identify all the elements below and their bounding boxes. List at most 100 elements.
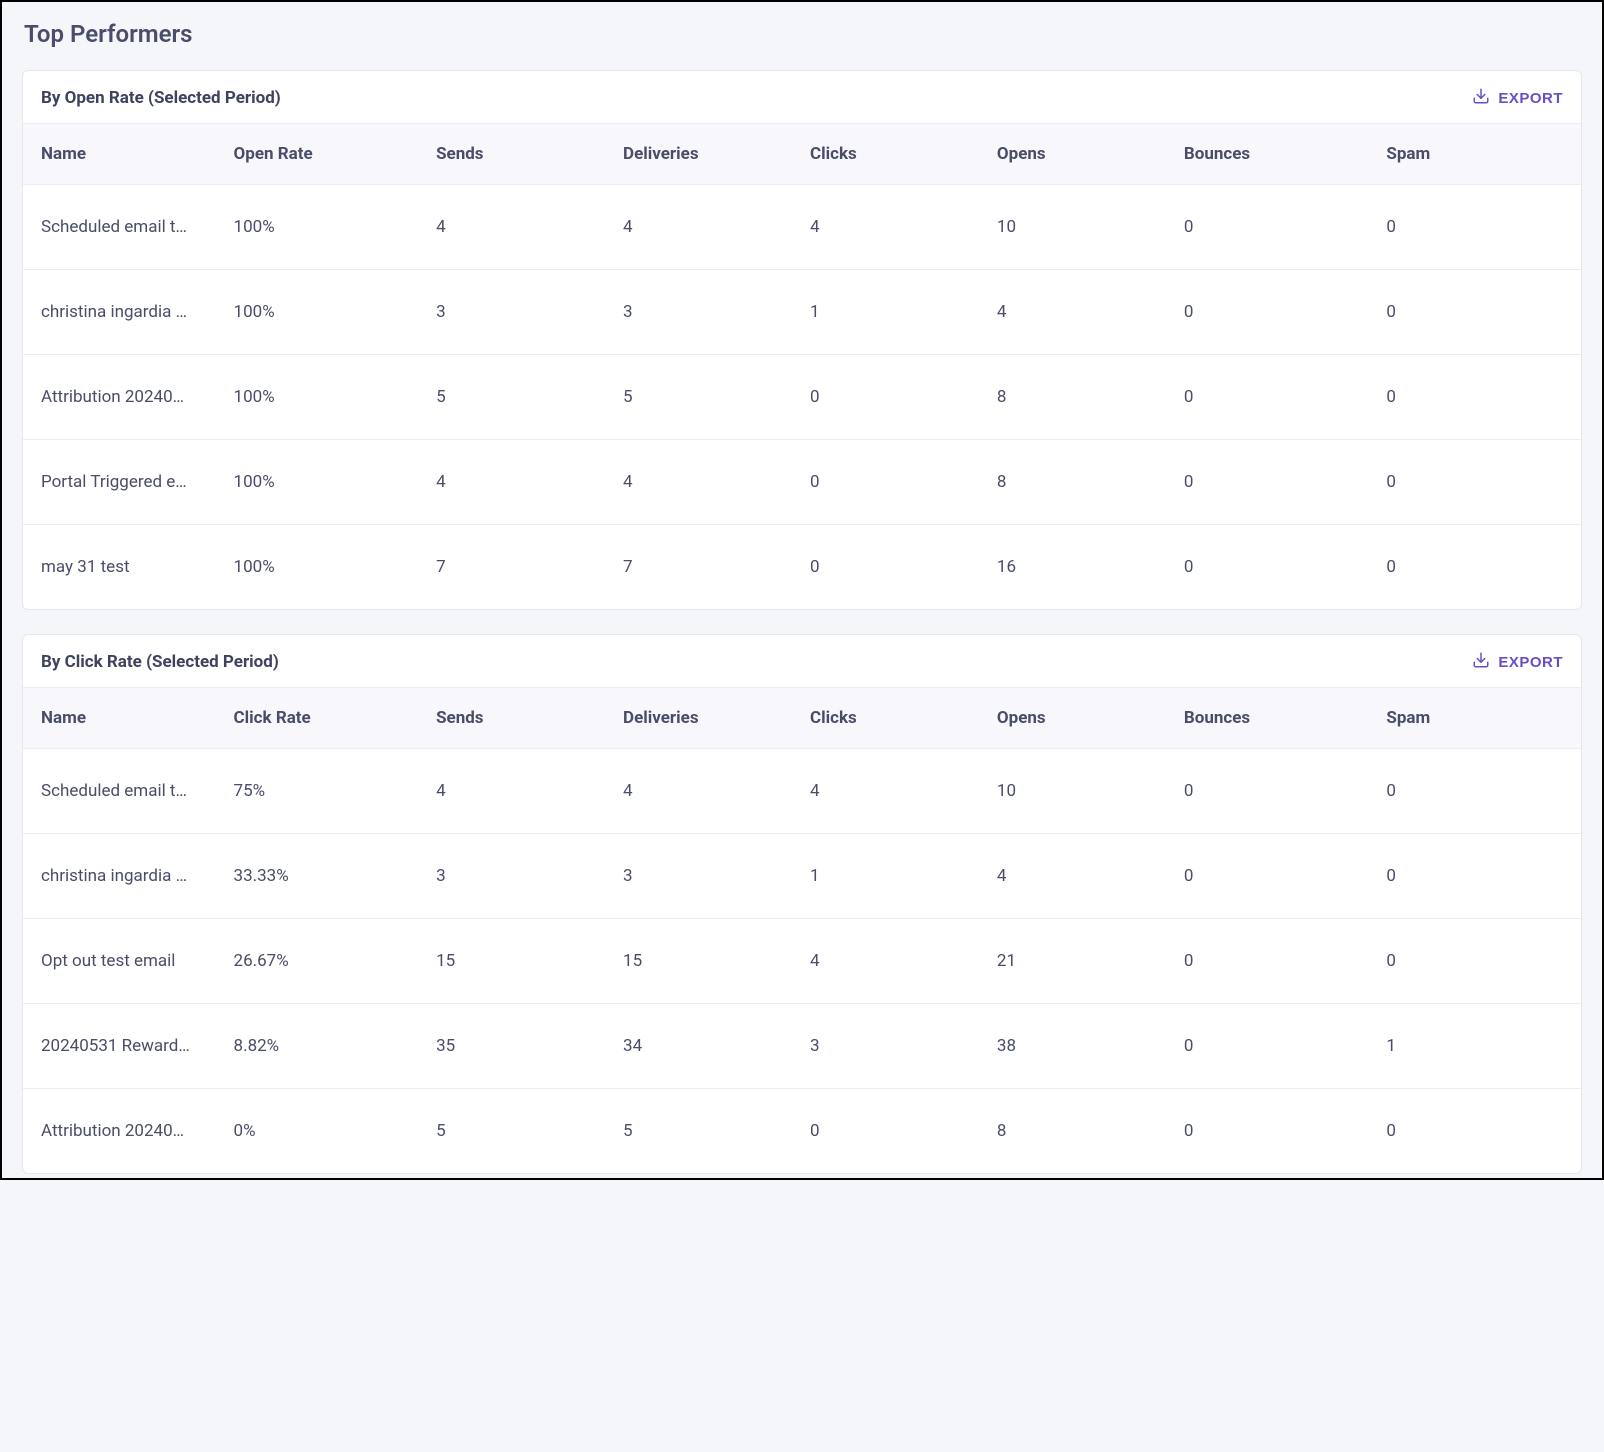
col-header-name[interactable]: Name	[23, 124, 226, 185]
cell-rate: 33.33%	[226, 834, 429, 919]
col-header-deliveries[interactable]: Deliveries	[615, 688, 802, 749]
cell-clicks: 3	[802, 1004, 989, 1089]
cell-name: christina ingardia …	[23, 834, 226, 919]
cell-name: Attribution 20240…	[23, 1089, 226, 1174]
cell-sends: 4	[428, 185, 615, 270]
cell-spam: 0	[1378, 355, 1581, 440]
cell-opens: 16	[989, 525, 1176, 610]
cell-spam: 0	[1378, 525, 1581, 610]
col-header-bounces[interactable]: Bounces	[1176, 124, 1379, 185]
cell-opens: 10	[989, 749, 1176, 834]
cell-bounces: 0	[1176, 270, 1379, 355]
table-row[interactable]: Portal Triggered e… 100% 4 4 0 8 0 0	[23, 440, 1581, 525]
cell-opens: 10	[989, 185, 1176, 270]
col-header-clicks[interactable]: Clicks	[802, 124, 989, 185]
cell-opens: 8	[989, 440, 1176, 525]
cell-bounces: 0	[1176, 185, 1379, 270]
export-button[interactable]: EXPORT	[1472, 651, 1563, 673]
col-header-sends[interactable]: Sends	[428, 124, 615, 185]
col-header-sends[interactable]: Sends	[428, 688, 615, 749]
cell-clicks: 0	[802, 525, 989, 610]
cell-sends: 7	[428, 525, 615, 610]
card-header: By Click Rate (Selected Period) EXPORT	[23, 635, 1581, 687]
cell-name: Attribution 20240…	[23, 355, 226, 440]
cell-opens: 21	[989, 919, 1176, 1004]
cell-bounces: 0	[1176, 440, 1379, 525]
col-header-bounces[interactable]: Bounces	[1176, 688, 1379, 749]
cell-sends: 3	[428, 834, 615, 919]
col-header-spam[interactable]: Spam	[1378, 688, 1581, 749]
col-header-opens[interactable]: Opens	[989, 124, 1176, 185]
cell-clicks: 4	[802, 919, 989, 1004]
cell-rate: 100%	[226, 525, 429, 610]
cell-opens: 8	[989, 355, 1176, 440]
cell-rate: 75%	[226, 749, 429, 834]
cell-clicks: 1	[802, 270, 989, 355]
col-header-rate[interactable]: Click Rate	[226, 688, 429, 749]
cell-clicks: 4	[802, 749, 989, 834]
cell-sends: 3	[428, 270, 615, 355]
cell-name: Opt out test email	[23, 919, 226, 1004]
cell-spam: 0	[1378, 1089, 1581, 1174]
cell-opens: 8	[989, 1089, 1176, 1174]
export-label: EXPORT	[1498, 90, 1563, 107]
table-row[interactable]: Scheduled email t… 75% 4 4 4 10 0 0	[23, 749, 1581, 834]
cell-spam: 0	[1378, 919, 1581, 1004]
cell-name: Scheduled email t…	[23, 749, 226, 834]
table-row[interactable]: Opt out test email 26.67% 15 15 4 21 0 0	[23, 919, 1581, 1004]
cell-spam: 0	[1378, 185, 1581, 270]
export-button[interactable]: EXPORT	[1472, 87, 1563, 109]
export-label: EXPORT	[1498, 654, 1563, 671]
col-header-opens[interactable]: Opens	[989, 688, 1176, 749]
table-row[interactable]: Attribution 20240… 0% 5 5 0 8 0 0	[23, 1089, 1581, 1174]
card-title: By Click Rate (Selected Period)	[41, 652, 279, 672]
cell-sends: 5	[428, 355, 615, 440]
cell-opens: 4	[989, 270, 1176, 355]
col-header-deliveries[interactable]: Deliveries	[615, 124, 802, 185]
cell-sends: 4	[428, 749, 615, 834]
table-row[interactable]: Attribution 20240… 100% 5 5 0 8 0 0	[23, 355, 1581, 440]
table-row[interactable]: christina ingardia … 100% 3 3 1 4 0 0	[23, 270, 1581, 355]
cell-deliveries: 7	[615, 525, 802, 610]
cell-deliveries: 15	[615, 919, 802, 1004]
cell-opens: 4	[989, 834, 1176, 919]
cell-sends: 15	[428, 919, 615, 1004]
col-header-spam[interactable]: Spam	[1378, 124, 1581, 185]
card-header: By Open Rate (Selected Period) EXPORT	[23, 71, 1581, 123]
cell-deliveries: 4	[615, 185, 802, 270]
table-row[interactable]: 20240531 Reward… 8.82% 35 34 3 38 0 1	[23, 1004, 1581, 1089]
cell-clicks: 0	[802, 1089, 989, 1174]
click-rate-card: By Click Rate (Selected Period) EXPORT N…	[22, 634, 1582, 1174]
cell-rate: 100%	[226, 355, 429, 440]
table-header-row: Name Open Rate Sends Deliveries Clicks O…	[23, 124, 1581, 185]
cell-deliveries: 4	[615, 749, 802, 834]
cell-spam: 0	[1378, 749, 1581, 834]
table-row[interactable]: Scheduled email t… 100% 4 4 4 10 0 0	[23, 185, 1581, 270]
cell-deliveries: 3	[615, 270, 802, 355]
cell-bounces: 0	[1176, 1089, 1379, 1174]
cell-clicks: 0	[802, 355, 989, 440]
cell-name: 20240531 Reward…	[23, 1004, 226, 1089]
cell-deliveries: 3	[615, 834, 802, 919]
cell-spam: 0	[1378, 440, 1581, 525]
cell-rate: 8.82%	[226, 1004, 429, 1089]
cell-bounces: 0	[1176, 355, 1379, 440]
col-header-name[interactable]: Name	[23, 688, 226, 749]
table-header-row: Name Click Rate Sends Deliveries Clicks …	[23, 688, 1581, 749]
open-rate-table: Name Open Rate Sends Deliveries Clicks O…	[23, 123, 1581, 609]
cell-clicks: 0	[802, 440, 989, 525]
cell-rate: 100%	[226, 270, 429, 355]
cell-bounces: 0	[1176, 834, 1379, 919]
cell-name: Scheduled email t…	[23, 185, 226, 270]
cell-rate: 100%	[226, 440, 429, 525]
table-row[interactable]: may 31 test 100% 7 7 0 16 0 0	[23, 525, 1581, 610]
cell-sends: 5	[428, 1089, 615, 1174]
col-header-clicks[interactable]: Clicks	[802, 688, 989, 749]
table-row[interactable]: christina ingardia … 33.33% 3 3 1 4 0 0	[23, 834, 1581, 919]
cell-clicks: 1	[802, 834, 989, 919]
cell-deliveries: 34	[615, 1004, 802, 1089]
page-title: Top Performers	[2, 2, 1602, 70]
cell-spam: 1	[1378, 1004, 1581, 1089]
cell-deliveries: 4	[615, 440, 802, 525]
col-header-rate[interactable]: Open Rate	[226, 124, 429, 185]
